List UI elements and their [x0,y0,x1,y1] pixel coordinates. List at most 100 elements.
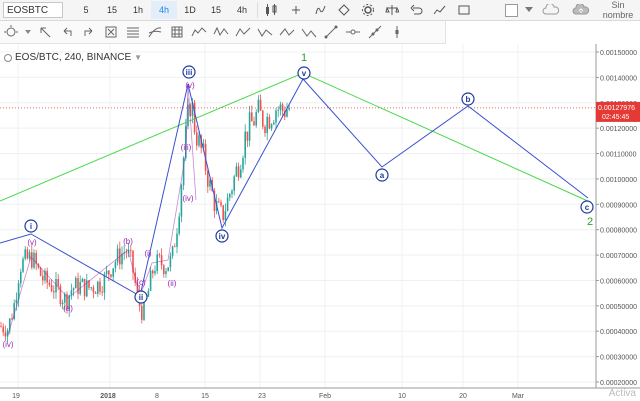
candle-body [246,131,249,141]
candle-body [198,135,200,146]
candle-body [2,326,4,333]
candle-body [116,248,119,263]
timeframe-15-custom[interactable]: 15 [203,1,229,19]
wave-label-iv: iv [219,232,226,241]
subwave-label: (iv) [2,340,13,349]
timeframe-5m[interactable]: 5 [73,1,99,19]
price-axis-label: 0.00100000 [600,177,637,184]
chevron-down-icon[interactable] [522,1,536,19]
elliott-12345-icon[interactable] [188,22,210,42]
arrow-icon[interactable] [34,22,56,42]
time-axis-label: 20 [459,393,467,400]
undo-icon[interactable] [56,22,78,42]
vertical-line-icon[interactable] [386,22,408,42]
timeframe-1h[interactable]: 1h [125,1,151,19]
price-axis-label: 0.00120000 [600,126,637,133]
fullscreen-icon[interactable] [452,1,476,19]
candle-body [233,176,235,191]
user-name-button[interactable]: Sin nombre [596,0,640,20]
candle-body [90,287,92,289]
elliott-abc-icon[interactable] [298,22,320,42]
cross-icon[interactable] [100,22,122,42]
price-axis [596,44,640,388]
candle-body [20,271,22,284]
candle-body [196,132,198,146]
candle-body [92,287,95,293]
price-axis-label: 0.00070000 [600,253,637,260]
cloud-save-icon[interactable] [536,1,566,19]
candle-body [72,288,75,291]
undo-chart-icon[interactable] [404,1,428,19]
compare-icon[interactable] [284,1,308,19]
candle-body [248,112,251,141]
candle-body [222,205,224,221]
timeframe-15m[interactable]: 15 [99,1,125,19]
elliott-abcde-icon[interactable] [254,22,276,42]
candle-body [15,299,18,304]
horizontal-ray-icon[interactable] [342,22,364,42]
elliott-wxy-icon[interactable] [276,22,298,42]
chevron-down-icon[interactable]: ▼ [134,53,142,62]
template-icon[interactable] [380,1,404,19]
candle-body [174,246,176,248]
chart-legend[interactable]: EOS/BTC, 240, BINANCE ▼ [4,52,142,63]
candle-body [240,169,242,178]
symbol-search-input[interactable]: EOSBTC [3,2,63,18]
candle-body [154,271,156,274]
series-visibility-icon[interactable] [4,53,12,62]
timeframe-4h[interactable]: 4h [151,1,177,19]
horizontal-lines-icon[interactable] [122,22,144,42]
candle-body [77,278,79,294]
candle-body [169,255,172,268]
wave-label-iii: iii [186,68,193,77]
candle-body [255,111,257,126]
drawing-toolbar [0,21,446,44]
candle-body [50,284,53,292]
candle-body [235,166,238,177]
alert-icon[interactable] [332,1,356,19]
indicators-icon[interactable] [308,1,332,19]
candle-body [257,99,260,112]
candle-body [147,290,150,297]
price-axis-label: 0.00140000 [600,75,637,82]
settings-gear-icon[interactable] [356,1,380,19]
trend-line-green [0,72,591,203]
chart-type-icon[interactable] [260,1,284,19]
elliott-wxyz-icon[interactable] [232,22,254,42]
color-picker-swatch[interactable] [505,3,518,17]
timeframe-4h-custom[interactable]: 4h [229,1,255,19]
grid-tool-icon[interactable] [166,22,188,42]
wave-label-i: i [30,222,32,231]
extended-line-icon[interactable] [364,22,386,42]
redo-icon[interactable] [78,22,100,42]
time-axis-label: 23 [258,393,266,400]
candle-body [193,102,196,133]
candle-body [149,270,152,291]
price-axis-label: 0.00080000 [600,228,637,235]
top-toolbar: EOSBTC 5 15 1h 4h 1D 15 4h Sin nombre [0,0,640,21]
candle-body [165,271,167,274]
candle-body [57,278,59,286]
curve-lines-icon[interactable] [144,22,166,42]
chevron-down-icon[interactable] [22,22,34,42]
degree-label-1: 1 [301,52,307,64]
candle-body [167,267,169,272]
cursor-icon[interactable] [0,22,22,42]
candle-body [26,249,29,259]
candle-body [231,190,233,195]
degree-label-2: 2 [587,216,593,228]
timeframe-1d[interactable]: 1D [177,1,203,19]
trendline-icon[interactable] [320,22,342,42]
wave-label-b: b [466,95,471,104]
candle-body [229,194,231,198]
candle-body [75,278,77,289]
candle-body [176,233,178,247]
wave-label-ii: ii [139,293,143,302]
cloud-upload-icon[interactable] [566,1,596,19]
candle-body [141,306,143,320]
chart-bars-icon[interactable] [428,1,452,19]
time-axis-label: Feb [319,393,331,400]
candle-body [259,99,262,111]
candle-body [22,258,24,272]
elliott-aebcde-icon[interactable] [210,22,232,42]
